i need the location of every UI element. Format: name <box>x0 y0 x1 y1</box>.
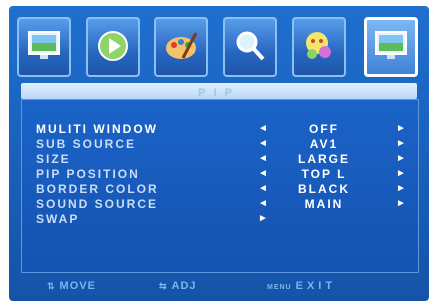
left-arrow-icon[interactable]: ◄ <box>258 182 270 196</box>
move-hint-label: MOVE <box>59 280 96 292</box>
tab-search[interactable] <box>223 17 277 77</box>
setting-value: LARGE <box>298 152 350 166</box>
setting-row-multi-window[interactable]: MULITI WINDOW ◄ OFF ► <box>36 122 416 136</box>
adjust-hint: ⇆ ADJ <box>159 280 197 292</box>
tab-color[interactable] <box>154 17 208 77</box>
setting-row-size[interactable]: SIZE ◄ LARGE ► <box>36 152 416 166</box>
right-arrow-icon[interactable]: ► <box>396 197 408 211</box>
osd-menu: PIP MULITI WINDOW ◄ OFF ► SUB SOURCE ◄ A… <box>9 6 429 301</box>
setting-label: PIP POSITION <box>36 167 140 181</box>
setting-value: BLACK <box>298 182 350 196</box>
pip-icon <box>375 31 407 59</box>
right-arrow-icon[interactable]: ► <box>396 137 408 151</box>
setting-row-sound-source[interactable]: SOUND SOURCE ◄ MAIN ► <box>36 197 416 211</box>
magnifier-icon <box>236 31 265 61</box>
menu-title-bar: PIP <box>21 83 417 99</box>
left-arrow-icon[interactable]: ◄ <box>258 197 270 211</box>
setting-label: SIZE <box>36 152 71 166</box>
left-arrow-icon[interactable]: ◄ <box>258 167 270 181</box>
tab-pip[interactable] <box>364 17 418 77</box>
tab-picture[interactable] <box>17 17 71 77</box>
tab-setup[interactable] <box>292 17 346 77</box>
setting-label: SUB SOURCE <box>36 137 137 151</box>
exit-hint-label: EXIT <box>295 280 337 292</box>
setting-row-border-color[interactable]: BORDER COLOR ◄ BLACK ► <box>36 182 416 196</box>
right-arrow-icon[interactable]: ► <box>396 152 408 166</box>
adjust-hint-label: ADJ <box>171 280 197 292</box>
setting-label: MULITI WINDOW <box>36 122 158 136</box>
tab-play[interactable] <box>86 17 140 77</box>
palette-icon <box>166 32 198 59</box>
setting-row-sub-source[interactable]: SUB SOURCE ◄ AV1 ► <box>36 137 416 151</box>
setting-value: AV1 <box>309 137 339 151</box>
setting-label: SOUND SOURCE <box>36 197 159 211</box>
right-arrow-icon[interactable]: ► <box>396 122 408 136</box>
up-down-arrows-icon: ⇅ <box>47 281 56 291</box>
left-arrow-icon[interactable]: ◄ <box>258 152 270 166</box>
menu-title: PIP <box>198 87 240 99</box>
exit-hint: MENU EXIT <box>267 280 336 292</box>
right-arrow-icon[interactable]: ► <box>396 182 408 196</box>
setting-label: BORDER COLOR <box>36 182 159 196</box>
left-arrow-icon[interactable]: ◄ <box>258 137 270 151</box>
right-arrow-icon[interactable]: ► <box>396 167 408 181</box>
play-icon <box>98 31 128 61</box>
picture-icon <box>28 31 60 59</box>
right-arrow-icon[interactable]: ► <box>258 212 270 226</box>
move-hint: ⇅ MOVE <box>47 280 96 292</box>
key-hint-bar: ⇅ MOVE ⇆ ADJ MENU EXIT <box>9 280 429 298</box>
left-arrow-icon[interactable]: ◄ <box>258 122 270 136</box>
setting-label: SWAP <box>36 212 80 226</box>
setup-icon <box>306 32 331 59</box>
setting-value: OFF <box>309 122 339 136</box>
setting-row-swap[interactable]: SWAP ► <box>36 212 416 226</box>
setting-value: MAIN <box>304 197 344 211</box>
setting-row-pip-position[interactable]: PIP POSITION ◄ TOP L ► <box>36 167 416 181</box>
left-right-arrows-icon: ⇆ <box>159 281 168 291</box>
menu-icon-bar <box>9 12 429 86</box>
settings-panel: MULITI WINDOW ◄ OFF ► SUB SOURCE ◄ AV1 ►… <box>21 99 419 273</box>
setting-value: TOP L <box>301 167 347 181</box>
menu-key-label: MENU <box>267 284 292 291</box>
